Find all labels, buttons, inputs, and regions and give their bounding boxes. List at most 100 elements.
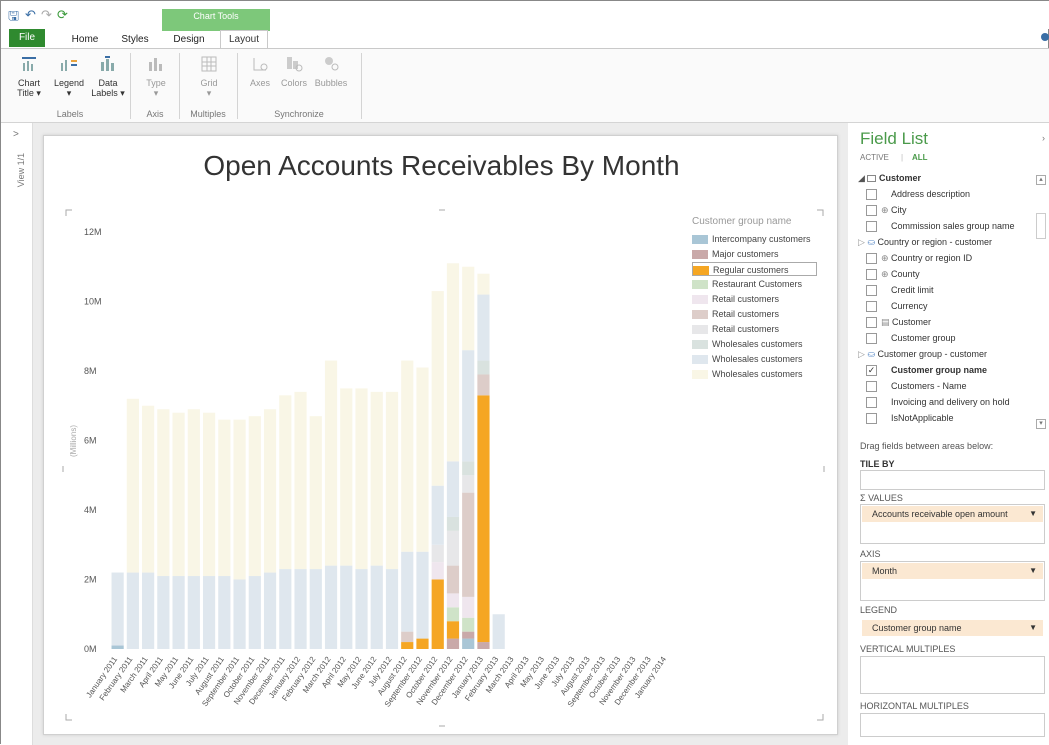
- type-button[interactable]: Type ▾: [141, 55, 171, 98]
- legend-item[interactable]: Wholesales customers: [692, 352, 817, 366]
- legend-item-label: Intercompany customers: [712, 234, 811, 244]
- legend-item[interactable]: Retail customers: [692, 322, 817, 336]
- legend-button[interactable]: Legend ▾: [51, 55, 87, 98]
- group-axis: Axis: [146, 109, 164, 119]
- vertical-multiples-drop-area[interactable]: [860, 656, 1045, 694]
- field-checkbox[interactable]: [866, 189, 877, 201]
- axes-label: Axes: [249, 78, 270, 88]
- table-customer[interactable]: ◢ Customer: [858, 173, 921, 184]
- tab-file[interactable]: File: [9, 29, 45, 47]
- field-checkbox[interactable]: [866, 253, 877, 265]
- chart-title-button[interactable]: Chart Title ▾: [13, 55, 45, 98]
- data-labels-label-1: Data: [98, 78, 118, 88]
- field-checkbox[interactable]: [866, 301, 877, 313]
- legend-item[interactable]: Intercompany customers: [692, 232, 817, 246]
- legend-field-chip[interactable]: Customer group name ▼: [862, 620, 1043, 636]
- values-field-chip[interactable]: Accounts receivable open amount ▼: [862, 506, 1043, 522]
- chip-dropdown-icon[interactable]: ▼: [1029, 620, 1037, 636]
- bar-segment: [324, 360, 338, 566]
- axis-field-chip[interactable]: Month ▼: [862, 563, 1043, 579]
- field-checkbox[interactable]: [866, 221, 877, 233]
- tab-all-fields[interactable]: ALL: [912, 153, 928, 162]
- legend-item[interactable]: Wholesales customers: [692, 337, 817, 351]
- field-item[interactable]: Customer group: [866, 331, 956, 346]
- legend-item[interactable]: Retail customers: [692, 307, 817, 321]
- geo-icon: ⊕: [881, 269, 892, 279]
- field-item[interactable]: Credit limit: [866, 283, 934, 298]
- data-labels-button[interactable]: Data Labels ▾: [91, 55, 125, 98]
- field-checkbox[interactable]: [866, 397, 877, 409]
- field-checkbox[interactable]: [866, 413, 877, 425]
- field-item[interactable]: ⊕ County: [866, 267, 920, 282]
- legend-item-label: Retail customers: [712, 324, 780, 334]
- hierarchy-icon: ⛀: [867, 237, 878, 247]
- grid-icon: [201, 56, 217, 72]
- refresh-icon[interactable]: ⟳: [57, 7, 68, 23]
- expand-hierarchy-icon[interactable]: ▷: [858, 237, 867, 247]
- field-item[interactable]: Customers - Name: [866, 379, 967, 394]
- horizontal-multiples-drop-area[interactable]: [860, 713, 1045, 737]
- field-item[interactable]: ▷ ⛀ Customer group - customer: [858, 347, 988, 362]
- legend-item[interactable]: Restaurant Customers: [692, 277, 817, 291]
- field-checkbox[interactable]: [866, 205, 877, 217]
- field-item[interactable]: Currency: [866, 299, 928, 314]
- ribbon-separator: [361, 53, 362, 119]
- bar-segment: [492, 614, 505, 649]
- tab-home[interactable]: Home: [67, 31, 103, 48]
- collapse-panel-icon[interactable]: ›: [1042, 133, 1045, 143]
- field-item[interactable]: ▷ ⛀ Country or region - customer: [858, 235, 992, 250]
- redo-icon[interactable]: ↷: [41, 7, 52, 23]
- colors-button[interactable]: Colors: [279, 55, 309, 88]
- expand-hierarchy-icon[interactable]: ▷: [858, 349, 867, 359]
- field-item[interactable]: Commission sales group name: [866, 219, 1015, 234]
- sync-bubbles-icon: [325, 57, 339, 71]
- scrollbar-thumb[interactable]: [1036, 213, 1046, 239]
- tab-styles[interactable]: Styles: [117, 31, 153, 48]
- bar-segment: [462, 461, 475, 476]
- bubbles-button[interactable]: Bubbles: [313, 55, 349, 88]
- chip-dropdown-icon[interactable]: ▼: [1029, 563, 1037, 579]
- field-checkbox[interactable]: [866, 285, 877, 297]
- tile-by-drop-area[interactable]: [860, 470, 1045, 490]
- chart-tools-context-label: Chart Tools: [162, 9, 270, 31]
- field-item[interactable]: Address description: [866, 187, 970, 202]
- field-item[interactable]: ▤ Customer: [866, 315, 931, 330]
- expand-views-icon[interactable]: >: [13, 129, 19, 140]
- bar-segment: [462, 638, 475, 649]
- field-item[interactable]: ⊕ Country or region ID: [866, 251, 972, 266]
- field-item-label: Customer group: [891, 333, 956, 343]
- tab-layout[interactable]: Layout: [220, 30, 268, 49]
- field-item-label: Customer group - customer: [877, 349, 988, 359]
- axes-button[interactable]: Axes: [247, 55, 273, 88]
- legend-item[interactable]: Wholesales customers: [692, 367, 817, 381]
- legend-item[interactable]: Major customers: [692, 247, 817, 261]
- field-item-label: County: [891, 269, 920, 279]
- bar-segment: [446, 565, 460, 594]
- tab-active-fields[interactable]: ACTIVE: [860, 153, 889, 162]
- grid-button[interactable]: Grid ▾: [194, 55, 224, 98]
- expand-table-icon[interactable]: ◢: [858, 173, 865, 183]
- bubbles-label: Bubbles: [314, 78, 348, 88]
- scroll-up-button[interactable]: ▴: [1036, 175, 1046, 185]
- field-item[interactable]: ⊕ City: [866, 203, 907, 218]
- field-item[interactable]: ✓ Customer group name: [866, 363, 987, 378]
- legend-item[interactable]: Retail customers: [692, 292, 817, 306]
- field-item[interactable]: Invoicing and delivery on hold: [866, 395, 1010, 410]
- save-icon[interactable]: 🖫: [8, 7, 19, 29]
- field-checkbox[interactable]: [866, 317, 877, 329]
- legend-item[interactable]: Regular customers: [692, 262, 817, 276]
- chip-dropdown-icon[interactable]: ▼: [1029, 506, 1037, 522]
- field-checkbox[interactable]: [866, 333, 877, 345]
- field-item[interactable]: IsNotApplicable: [866, 411, 954, 426]
- chart-visual[interactable]: Open Accounts Receivables By Month 0M 2M 4…: [43, 135, 838, 735]
- data-labels-icon: [101, 56, 114, 71]
- tab-design[interactable]: Design: [169, 31, 209, 48]
- field-checkbox[interactable]: ✓: [866, 365, 877, 377]
- help-icon[interactable]: [1041, 33, 1049, 41]
- scroll-down-button[interactable]: ▾: [1036, 419, 1046, 429]
- undo-icon[interactable]: ↶: [25, 7, 36, 23]
- field-checkbox[interactable]: [866, 269, 877, 281]
- field-checkbox[interactable]: [866, 381, 877, 393]
- bar-segment: [401, 642, 414, 649]
- table-icon: [867, 175, 877, 183]
